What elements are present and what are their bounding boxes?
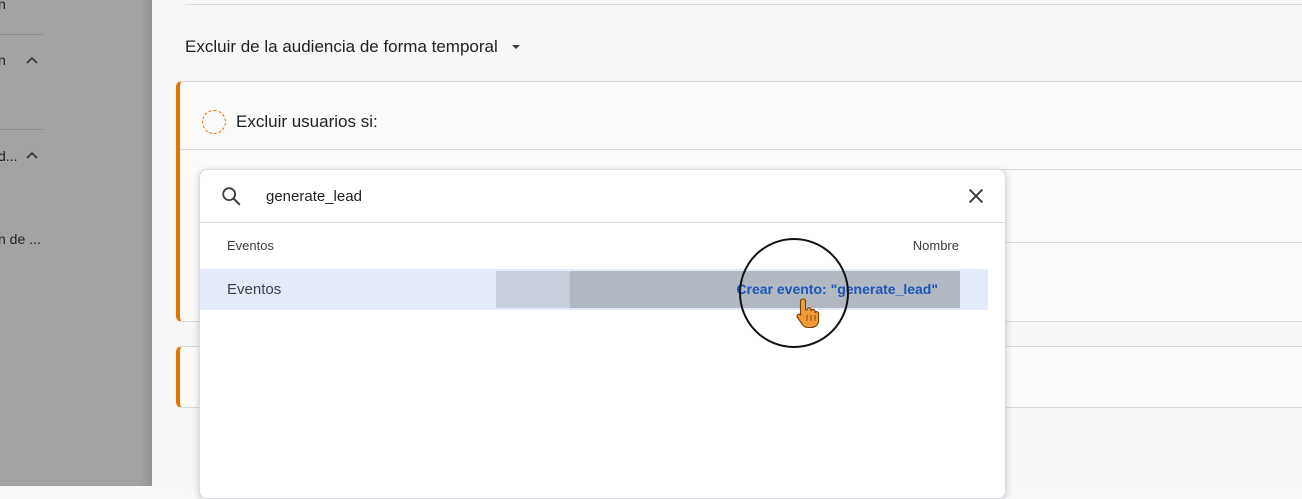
search-icon: [222, 187, 241, 206]
sidebar-item-label[interactable]: n: [0, 52, 6, 68]
list-item[interactable]: Eventos Crear evento: "generate_lead": [200, 269, 988, 310]
hover-highlight: [496, 271, 570, 308]
divider: [185, 4, 1302, 5]
sidebar-item-label: n: [0, 0, 6, 12]
chevron-up-icon[interactable]: [24, 148, 40, 164]
exclusion-type-dropdown[interactable]: Excluir de la audiencia de forma tempora…: [185, 37, 526, 57]
chevron-up-icon[interactable]: [24, 53, 40, 69]
card-divider: [1000, 169, 1302, 170]
caret-down-icon: [511, 45, 520, 49]
column-header-category: Eventos: [227, 238, 274, 253]
search-row: [200, 170, 1005, 223]
card-header-label: Excluir usuarios si:: [236, 112, 378, 131]
close-icon[interactable]: [965, 185, 987, 207]
condition-status-icon: [202, 110, 226, 134]
sidebar-divider: [0, 129, 43, 130]
sidebar-item-label[interactable]: d...: [0, 148, 17, 164]
card-divider: [1000, 242, 1302, 243]
sidebar-item-label[interactable]: n de ...: [0, 231, 41, 247]
dropdown-label: Excluir de la audiencia de forma tempora…: [185, 37, 498, 56]
event-search-popup: Eventos Nombre Eventos Crear evento: "ge…: [199, 169, 1006, 499]
create-event-link[interactable]: Crear evento: "generate_lead": [736, 281, 938, 297]
result-category-label: Eventos: [227, 281, 282, 298]
sidebar: n n d... n de ...: [0, 0, 152, 486]
column-header-name: Nombre: [912, 238, 959, 253]
card-header: Excluir usuarios si:: [202, 110, 378, 134]
sidebar-divider: [0, 34, 43, 35]
card-divider: [180, 149, 1302, 150]
search-input[interactable]: [266, 183, 866, 209]
